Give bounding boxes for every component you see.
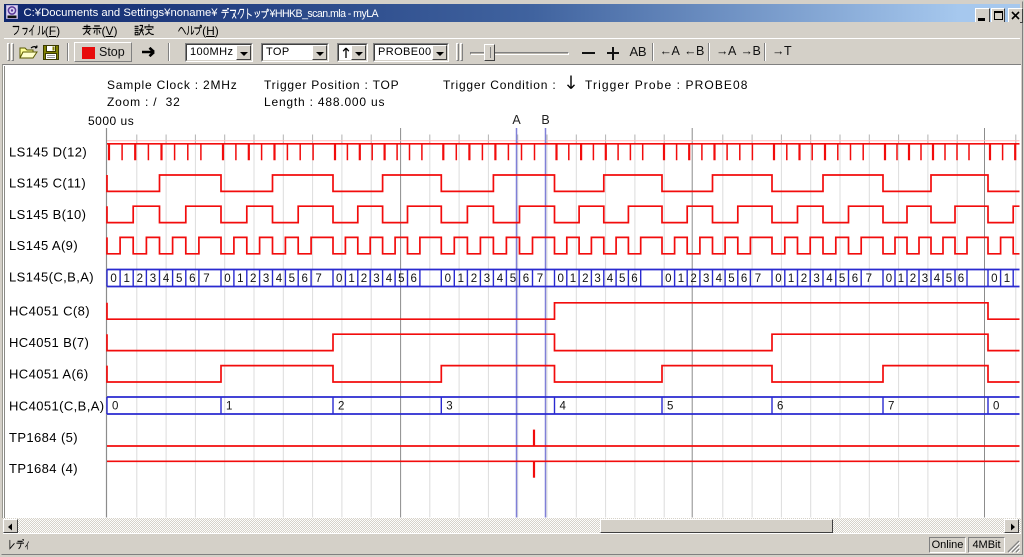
svg-text:1: 1 [237, 273, 243, 285]
svg-text:0: 0 [991, 273, 997, 285]
svg-text:0: 0 [665, 273, 671, 285]
svg-text:LS145 B(10): LS145 B(10) [9, 207, 86, 222]
svg-text:0: 0 [112, 401, 118, 413]
svg-text:HC4051 B(7): HC4051 B(7) [9, 335, 89, 350]
svg-text:5: 5 [619, 273, 625, 285]
svg-text:5: 5 [398, 273, 404, 285]
svg-text:B: B [541, 113, 549, 127]
svg-text:4: 4 [386, 273, 393, 285]
svg-text:3: 3 [373, 273, 379, 285]
svg-text:6: 6 [523, 273, 529, 285]
svg-text:1: 1 [458, 273, 464, 285]
svg-text:HC4051(C,B,A): HC4051(C,B,A) [9, 398, 105, 413]
svg-text:4: 4 [607, 273, 614, 285]
svg-text:2: 2 [471, 273, 477, 285]
svg-text:4: 4 [934, 273, 941, 285]
svg-text:3: 3 [446, 401, 452, 413]
svg-text:0: 0 [224, 273, 230, 285]
svg-text:7: 7 [203, 273, 209, 285]
svg-text:7: 7 [315, 273, 321, 285]
svg-text:5: 5 [667, 401, 673, 413]
svg-text:6: 6 [631, 273, 637, 285]
svg-text:2: 2 [250, 273, 256, 285]
svg-text:5: 5 [839, 273, 845, 285]
svg-text:2: 2 [361, 273, 367, 285]
svg-text:2: 2 [582, 273, 588, 285]
svg-text:1: 1 [898, 273, 904, 285]
svg-text:2: 2 [910, 273, 916, 285]
svg-text:LS145 C(11): LS145 C(11) [9, 176, 86, 191]
svg-text:1: 1 [788, 273, 794, 285]
svg-text:4: 4 [826, 273, 833, 285]
svg-text:6: 6 [741, 273, 747, 285]
svg-text:7: 7 [866, 273, 872, 285]
svg-text:HC4051 A(6): HC4051 A(6) [9, 366, 89, 381]
svg-text:2: 2 [338, 401, 344, 413]
svg-text:0: 0 [445, 273, 451, 285]
svg-text:0: 0 [886, 273, 892, 285]
svg-text:3: 3 [922, 273, 928, 285]
svg-text:5: 5 [510, 273, 516, 285]
svg-text:0: 0 [336, 273, 342, 285]
svg-text:3: 3 [150, 273, 156, 285]
svg-text:1: 1 [123, 273, 129, 285]
svg-text:1: 1 [678, 273, 684, 285]
svg-text:1: 1 [226, 401, 232, 413]
svg-text:LS145(C,B,A): LS145(C,B,A) [9, 269, 94, 284]
svg-text:2: 2 [690, 273, 696, 285]
svg-text:7: 7 [888, 401, 894, 413]
svg-text:TP1684 (4): TP1684 (4) [9, 461, 78, 476]
svg-text:7: 7 [755, 273, 761, 285]
svg-text:5: 5 [176, 273, 182, 285]
svg-text:3: 3 [703, 273, 709, 285]
svg-text:5: 5 [946, 273, 952, 285]
svg-text:6: 6 [410, 273, 416, 285]
svg-text:4: 4 [716, 273, 723, 285]
svg-text:6: 6 [852, 273, 858, 285]
svg-text:LS145 D(12): LS145 D(12) [9, 145, 87, 160]
svg-text:3: 3 [484, 273, 490, 285]
svg-text:4: 4 [560, 401, 567, 413]
svg-text:6: 6 [301, 273, 307, 285]
svg-text:A: A [512, 113, 521, 127]
svg-text:2: 2 [801, 273, 807, 285]
svg-text:4: 4 [276, 273, 283, 285]
svg-text:0: 0 [775, 273, 781, 285]
svg-text:5: 5 [289, 273, 295, 285]
svg-text:7: 7 [537, 273, 543, 285]
svg-text:3: 3 [263, 273, 269, 285]
svg-text:3: 3 [594, 273, 600, 285]
svg-text:0: 0 [993, 401, 999, 413]
svg-text:6: 6 [777, 401, 783, 413]
svg-text:HC4051 C(8): HC4051 C(8) [9, 304, 90, 319]
svg-text:2: 2 [137, 273, 143, 285]
svg-text:6: 6 [189, 273, 195, 285]
svg-text:LS145 A(9): LS145 A(9) [9, 238, 78, 253]
svg-text:TP1684 (5): TP1684 (5) [9, 430, 78, 445]
svg-text:0: 0 [557, 273, 563, 285]
svg-text:3: 3 [813, 273, 819, 285]
svg-text:0: 0 [110, 273, 116, 285]
svg-text:4: 4 [163, 273, 170, 285]
svg-text:1: 1 [1004, 273, 1010, 285]
svg-text:4: 4 [497, 273, 504, 285]
svg-text:1: 1 [570, 273, 576, 285]
svg-text:1: 1 [348, 273, 354, 285]
svg-text:5: 5 [728, 273, 734, 285]
svg-text:6: 6 [958, 273, 964, 285]
